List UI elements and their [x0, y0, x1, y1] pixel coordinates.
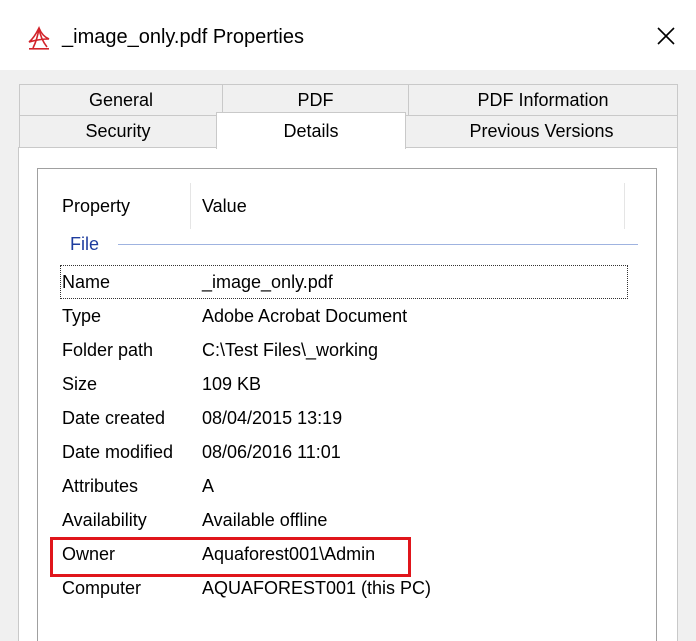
- table-row[interactable]: Type Adobe Acrobat Document: [38, 299, 656, 333]
- details-list[interactable]: Property Value File Name _image_only.pdf…: [37, 168, 657, 641]
- column-separator[interactable]: [190, 183, 191, 229]
- tab-label: PDF: [297, 89, 334, 110]
- table-row[interactable]: Date created 08/04/2015 13:19: [38, 401, 656, 435]
- property-value: _image_only.pdf: [202, 272, 333, 292]
- tab-previous-versions[interactable]: Previous Versions: [405, 115, 678, 148]
- table-row[interactable]: Availability Available offline: [38, 503, 656, 537]
- window-title: _image_only.pdf Properties: [62, 26, 304, 48]
- table-row[interactable]: Computer AQUAFOREST001 (this PC): [38, 571, 656, 605]
- property-value: Adobe Acrobat Document: [202, 306, 408, 326]
- property-value: 109 KB: [202, 374, 262, 394]
- tab-security[interactable]: Security: [19, 115, 217, 148]
- column-header-property[interactable]: Property: [62, 183, 186, 229]
- table-row[interactable]: Owner Aquaforest001\Admin: [38, 537, 656, 571]
- property-name: Folder path: [62, 340, 154, 360]
- property-name: Computer: [62, 578, 142, 598]
- property-name: Type: [62, 306, 102, 326]
- tab-label: Security: [85, 121, 151, 141]
- property-name: Attributes: [62, 476, 139, 496]
- title-bar[interactable]: _image_only.pdf Properties: [0, 0, 696, 70]
- property-value: 08/06/2016 11:01: [202, 442, 341, 462]
- tab-label: Details: [283, 120, 339, 141]
- property-name: Date modified: [62, 442, 174, 462]
- column-header-value[interactable]: Value: [202, 183, 622, 229]
- properties-dialog: _image_only.pdf Properties General PDF P…: [0, 0, 696, 641]
- property-value: Available offline: [202, 510, 328, 530]
- table-row[interactable]: Name _image_only.pdf: [38, 265, 656, 299]
- property-value: AQUAFOREST001 (this PC): [202, 578, 432, 598]
- property-name: Date created: [62, 408, 166, 428]
- table-row[interactable]: Date modified 08/06/2016 11:01: [38, 435, 656, 469]
- tab-pdf-information[interactable]: PDF Information: [408, 84, 678, 116]
- tab-details[interactable]: Details: [216, 112, 406, 149]
- group-divider: [118, 244, 638, 245]
- table-row[interactable]: Size 109 KB: [38, 367, 656, 401]
- close-button[interactable]: [646, 16, 686, 56]
- property-name: Size: [62, 374, 98, 394]
- property-value: Aquaforest001\Admin: [202, 544, 376, 564]
- pdf-file-icon: [27, 26, 51, 50]
- close-icon: [657, 27, 675, 45]
- tab-label: Previous Versions: [469, 121, 614, 141]
- tab-general[interactable]: General: [19, 84, 223, 116]
- property-name: Owner: [62, 544, 116, 564]
- tab-label: General: [88, 89, 154, 110]
- group-header-file: File: [70, 234, 100, 254]
- property-value: A: [202, 476, 215, 496]
- property-name: Availability: [62, 510, 147, 530]
- property-value: 08/04/2015 13:19: [202, 408, 343, 428]
- tab-label: PDF Information: [477, 89, 609, 110]
- table-row[interactable]: Folder path C:\Test Files\_working: [38, 333, 656, 367]
- table-row[interactable]: Attributes A: [38, 469, 656, 503]
- column-separator[interactable]: [624, 183, 625, 229]
- property-name: Name: [62, 272, 111, 292]
- property-value: C:\Test Files\_working: [202, 340, 379, 360]
